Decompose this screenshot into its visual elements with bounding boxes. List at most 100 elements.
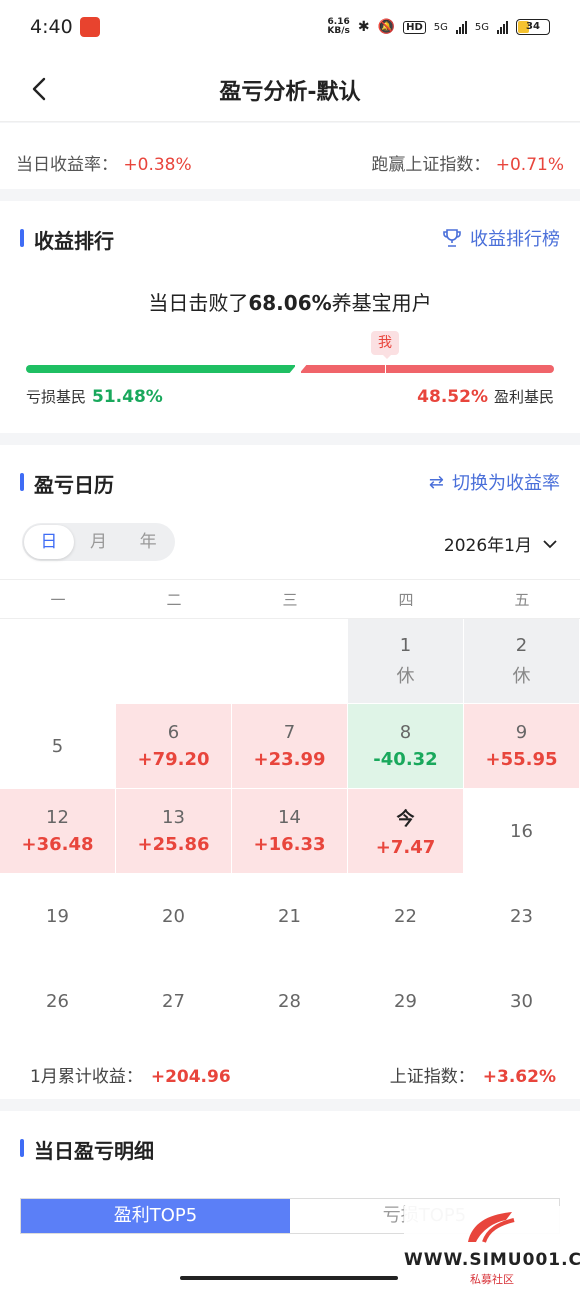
weekday-label: 一 — [50, 591, 66, 609]
net-speed: 6.16 KB/s — [327, 18, 349, 36]
calendar-day-cell[interactable]: 12 +36.48 — [0, 789, 116, 874]
calendar-day-cell[interactable]: 2休 — [464, 619, 580, 704]
day-number: 23 — [510, 905, 533, 927]
index-label: 上证指数： — [389, 1067, 475, 1087]
weekday-label: 三 — [282, 591, 298, 609]
segment-year[interactable]: 年 — [123, 525, 173, 559]
day-number: 今 — [396, 808, 415, 830]
calendar-empty-cell — [232, 619, 348, 704]
ranking-card: 收益排行 收益排行榜 当日击败了68.06%养基宝用户 我 亏损基民 51.48%… — [0, 201, 580, 433]
switch-to-rate-link[interactable]: ⇄ 切换为收益率 — [429, 469, 560, 495]
loss-bar — [26, 365, 295, 373]
switch-label: 切换为收益率 — [452, 473, 560, 494]
app-notification-icon — [80, 17, 100, 37]
network-label-2: 5G — [474, 21, 489, 33]
day-number: 29 — [394, 990, 417, 1012]
day-number: 22 — [394, 905, 417, 927]
page-title: 盈亏分析-默认 — [219, 80, 361, 105]
beat-index-label: 跑赢上证指数： — [371, 155, 491, 175]
calendar-card: 盈亏日历 ⇄ 切换为收益率 日月年 2026年1月 一二三四五 1 休 2 休 5 6 +7… — [0, 445, 580, 1099]
calendar-week-row: 12 +36.48 13 +25.86 14 +16.33 今 +7.47 16 — [0, 789, 580, 874]
daily-rate-value: +0.38% — [123, 155, 192, 175]
calendar-day-cell[interactable]: 13 +25.86 — [116, 789, 232, 874]
status-time: 4:40 — [30, 16, 73, 38]
day-number: 5 — [51, 735, 64, 757]
signal-icon — [455, 20, 467, 34]
day-profit-value: +23.99 — [253, 749, 326, 770]
calendar-day-cell[interactable]: 6 +79.20 — [116, 704, 232, 789]
day-number: 2 — [515, 634, 528, 656]
calendar-day-cell[interactable]: 16 — [464, 789, 580, 874]
daily-rate-label: 当日收益率： — [16, 155, 118, 175]
day-profit-value: +7.47 — [375, 836, 436, 858]
segment-day[interactable]: 日 — [24, 525, 74, 559]
status-bar: 4:40 6.16 KB/s ✱ 🔕 HD 5G 5G 34 — [0, 0, 580, 56]
day-number: 20 — [162, 905, 185, 927]
calendar-day-cell[interactable]: 1休 — [348, 619, 464, 704]
holiday-label: 休 — [396, 665, 415, 687]
calendar-day-cell[interactable]: 28 — [232, 959, 348, 1044]
index-value: +3.62% — [482, 1067, 556, 1087]
calendar-day-cell[interactable]: 23 — [464, 874, 580, 959]
profit-percent: 48.52% — [417, 387, 488, 407]
calendar-day-cell[interactable]: 5 — [0, 704, 116, 789]
ranking-title: 收益排行 — [20, 225, 114, 254]
beat-index-value: +0.71% — [495, 155, 564, 175]
calendar-day-cell[interactable]: 27 — [116, 959, 232, 1044]
day-profit-value: +25.86 — [137, 834, 210, 855]
calendar-week-row: 26 27 28 29 30 — [0, 959, 580, 1044]
calendar-day-cell[interactable]: 26 — [0, 959, 116, 1044]
month-total: 1月累计收益： +204.96 — [30, 1062, 231, 1087]
calendar-day-cell[interactable]: 20 — [116, 874, 232, 959]
nav-bar: 盈亏分析-默认 — [0, 56, 580, 122]
day-profit-value: +55.95 — [485, 749, 558, 770]
day-number: 12 — [46, 807, 69, 828]
bluetooth-icon: ✱ — [357, 19, 370, 35]
calendar-week-row: 5 6 +79.20 7 +23.99 8 -40.32 9 +55.95 — [0, 704, 580, 789]
day-number: 21 — [278, 905, 301, 927]
day-number: 8 — [399, 722, 412, 743]
calendar-day-cell[interactable]: 21 — [232, 874, 348, 959]
day-number: 16 — [510, 820, 533, 842]
month-selector[interactable]: 2026年1月 — [444, 531, 558, 556]
loss-label: 亏损基民 — [26, 388, 87, 406]
detail-title: 当日盈亏明细 — [20, 1135, 154, 1164]
headline-pre: 当日击败了 — [148, 291, 249, 315]
switch-icon: ⇄ — [428, 471, 444, 493]
signal-icon-2 — [497, 20, 508, 34]
calendar-day-cell[interactable]: 7 +23.99 — [232, 704, 348, 789]
summary-bar: 当日收益率： +0.38% 跑赢上证指数： +0.71% — [0, 123, 580, 189]
day-number: 6 — [167, 722, 180, 743]
day-number: 13 — [162, 807, 185, 828]
day-number: 19 — [46, 905, 69, 927]
beat-index: 跑赢上证指数： +0.71% — [371, 150, 564, 175]
calendar-day-cell[interactable]: 9 +55.95 — [464, 704, 580, 789]
loss-legend: 亏损基民 51.48% — [26, 386, 169, 407]
calendar-day-cell[interactable]: 19 — [0, 874, 116, 959]
day-number: 14 — [278, 807, 301, 828]
home-indicator[interactable] — [180, 1276, 398, 1280]
hd-icon: HD — [403, 20, 426, 34]
calendar-day-cell[interactable]: 30 — [464, 959, 580, 1044]
segment-month[interactable]: 月 — [74, 525, 124, 559]
calendar-day-cell[interactable]: 22 — [348, 874, 464, 959]
weekday-label: 五 — [514, 591, 530, 609]
month-label: 2026年1月 — [443, 536, 532, 556]
ranking-bar — [26, 365, 554, 373]
day-profit-value: +16.33 — [253, 834, 326, 855]
status-icons: 6.16 KB/s ✱ 🔕 HD 5G 5G 34 — [327, 18, 550, 36]
calendar-week-row: 1休2休 — [0, 619, 580, 704]
day-number: 1 — [399, 634, 412, 656]
ranking-board-link[interactable]: 收益排行榜 — [442, 225, 560, 251]
calendar-grid: 一二三四五 1 休 2 休 5 6 +79.20 7 +23.99 8 -40.32 9 +55.95 1… — [0, 579, 580, 1044]
calendar-day-cell[interactable]: 今 +7.47 — [348, 789, 464, 874]
mute-icon: 🔕 — [377, 19, 396, 35]
calendar-day-cell[interactable]: 8 -40.32 — [348, 704, 464, 789]
month-total-label: 1月累计收益： — [30, 1067, 143, 1087]
tab-profit-top5[interactable]: 盈利TOP5 — [21, 1199, 290, 1233]
me-marker: 我 — [371, 331, 399, 359]
day-number: 30 — [510, 990, 533, 1012]
calendar-day-cell[interactable]: 14 +16.33 — [232, 789, 348, 874]
calendar-day-cell[interactable]: 29 — [348, 959, 464, 1044]
weekday-label: 二 — [166, 591, 182, 609]
